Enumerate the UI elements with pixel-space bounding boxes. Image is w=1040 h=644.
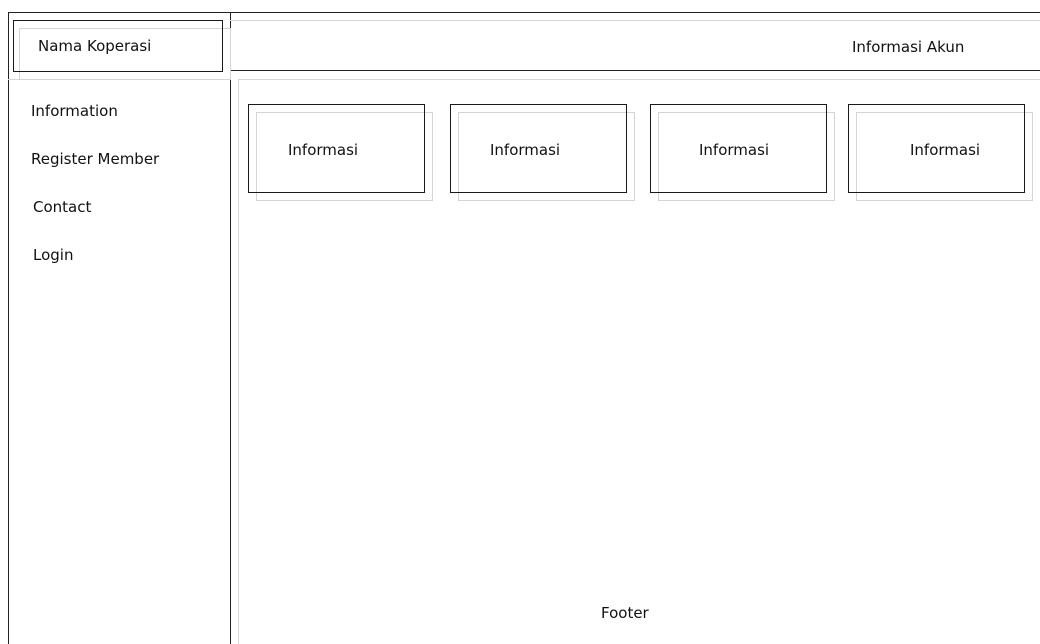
- info-card[interactable]: Informasi: [450, 104, 627, 193]
- header-top-shadow: [230, 20, 1040, 21]
- info-card-label: Informasi: [910, 141, 981, 159]
- sidebar-divider: [230, 12, 231, 644]
- info-card[interactable]: Informasi: [848, 104, 1025, 193]
- frame-top-border: [8, 12, 1040, 13]
- info-card[interactable]: Informasi: [248, 104, 425, 193]
- header-bottom-border: [230, 70, 1040, 71]
- account-info-link[interactable]: Informasi Akun: [852, 38, 964, 56]
- info-card-label: Informasi: [288, 141, 359, 159]
- frame-left-border: [8, 12, 9, 644]
- footer-text: Footer: [601, 604, 649, 622]
- header-bottom-shadow: [238, 79, 1040, 80]
- sidebar-item-register-member[interactable]: Register Member: [31, 150, 159, 168]
- sidebar-item-contact[interactable]: Contact: [33, 198, 91, 216]
- brand-name: Nama Koperasi: [38, 37, 152, 55]
- sidebar-divider-shadow: [238, 80, 239, 644]
- info-card-label: Informasi: [490, 141, 561, 159]
- info-card-label: Informasi: [699, 141, 770, 159]
- info-card[interactable]: Informasi: [650, 104, 827, 193]
- sidebar-item-information[interactable]: Information: [31, 102, 118, 120]
- sidebar-item-login[interactable]: Login: [33, 246, 73, 264]
- brand-box[interactable]: Nama Koperasi: [13, 20, 223, 72]
